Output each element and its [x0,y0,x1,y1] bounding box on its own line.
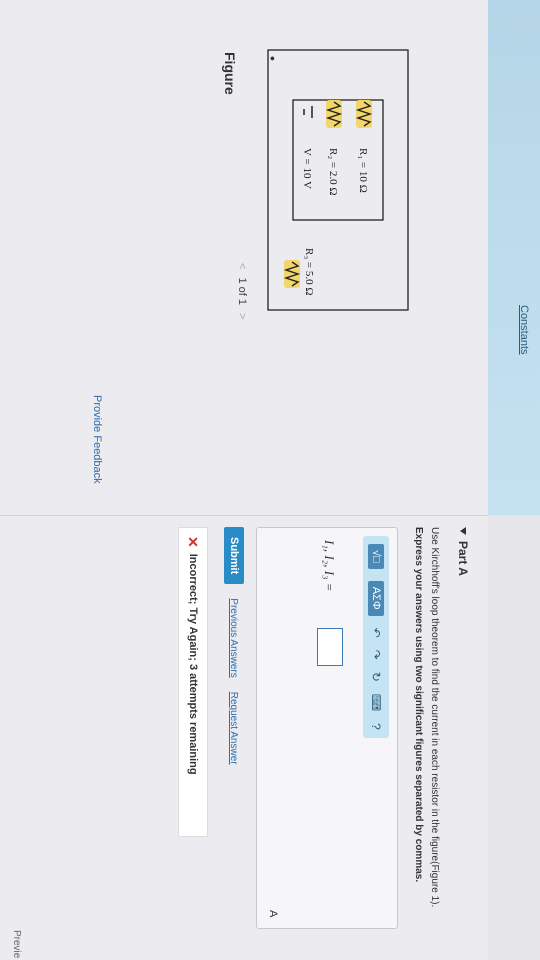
part-a-panel: Part A Use Kirchhoff's loop theorem to f… [10,527,470,947]
provide-feedback-link[interactable]: Provide Feedback [91,395,103,484]
keyboard-icon[interactable]: ⌨ [369,694,383,711]
figure-title: Figure [222,52,238,95]
submit-row: Submit Previous Answers Request Answer [224,527,244,765]
figure-pager: < 1 of 1 > [236,263,248,319]
part-a-express: Express your answers using two significa… [413,527,424,883]
reset-icon[interactable]: ↻ [369,672,383,682]
circuit-diagram: R₁ = 10 Ω R₂ = 2.0 Ω R₃ = 5.0 Ω V = 10 V [267,49,409,311]
incorrect-message-box: ✕ Incorrect; Try Again; 3 attempts remai… [178,527,208,837]
panel-divider [0,515,488,516]
constants-bar: Constants [488,0,540,515]
part-a-instruction: Use Kirchhoff's loop theorem to find the… [429,527,440,908]
incorrect-x-icon: ✕ [185,536,202,548]
symbols-button[interactable]: ΑΣΦ [368,580,384,616]
previous-answers-link[interactable]: Previous Answers [229,598,240,677]
constants-link[interactable]: Constants [518,305,530,355]
r2-label: R₂ = 2.0 Ω [327,148,339,196]
pager-prev[interactable]: < [236,263,248,269]
request-answer-link[interactable]: Request Answer [229,692,240,765]
r1-label: R₁ = 10 Ω [357,148,369,193]
stage: Constants • Figure R₁ = 10 Ω R₂ = 2.0 Ω … [0,0,540,960]
pager-next[interactable]: > [236,313,248,319]
caret-down-icon [460,527,466,535]
templates-button[interactable]: √□ [368,544,384,569]
submit-button[interactable]: Submit [224,527,244,585]
answer-input[interactable] [317,628,343,666]
help-icon[interactable]: ? [369,723,383,730]
unit-label: A [267,910,279,918]
part-a-header[interactable]: Part A [456,527,470,576]
figure-panel: • Figure R₁ = 10 Ω R₂ = 2.0 Ω R₃ = 5.0 Ω… [0,0,488,515]
answer-box: √□ ΑΣΦ ↶ ↷ ↻ ⌨ ? I₁, I₂, I₃ = A [256,527,398,929]
incorrect-message: Incorrect; Try Again; 3 attempts remaini… [187,553,199,775]
undo-icon[interactable]: ↶ [369,628,383,638]
battery-label: V = 10 V [301,148,313,189]
preview-corner-label[interactable]: Previe [11,930,22,958]
part-a-title: Part A [456,541,470,576]
redo-icon[interactable]: ↷ [369,650,383,660]
answer-label: I₁, I₂, I₃ = [322,540,337,592]
pager-label: 1 of 1 [236,277,248,305]
top-bar: Constants [488,0,540,960]
r3-label: R₃ = 5.0 Ω [303,248,315,296]
math-toolbar: √□ ΑΣΦ ↶ ↷ ↻ ⌨ ? [363,536,389,738]
